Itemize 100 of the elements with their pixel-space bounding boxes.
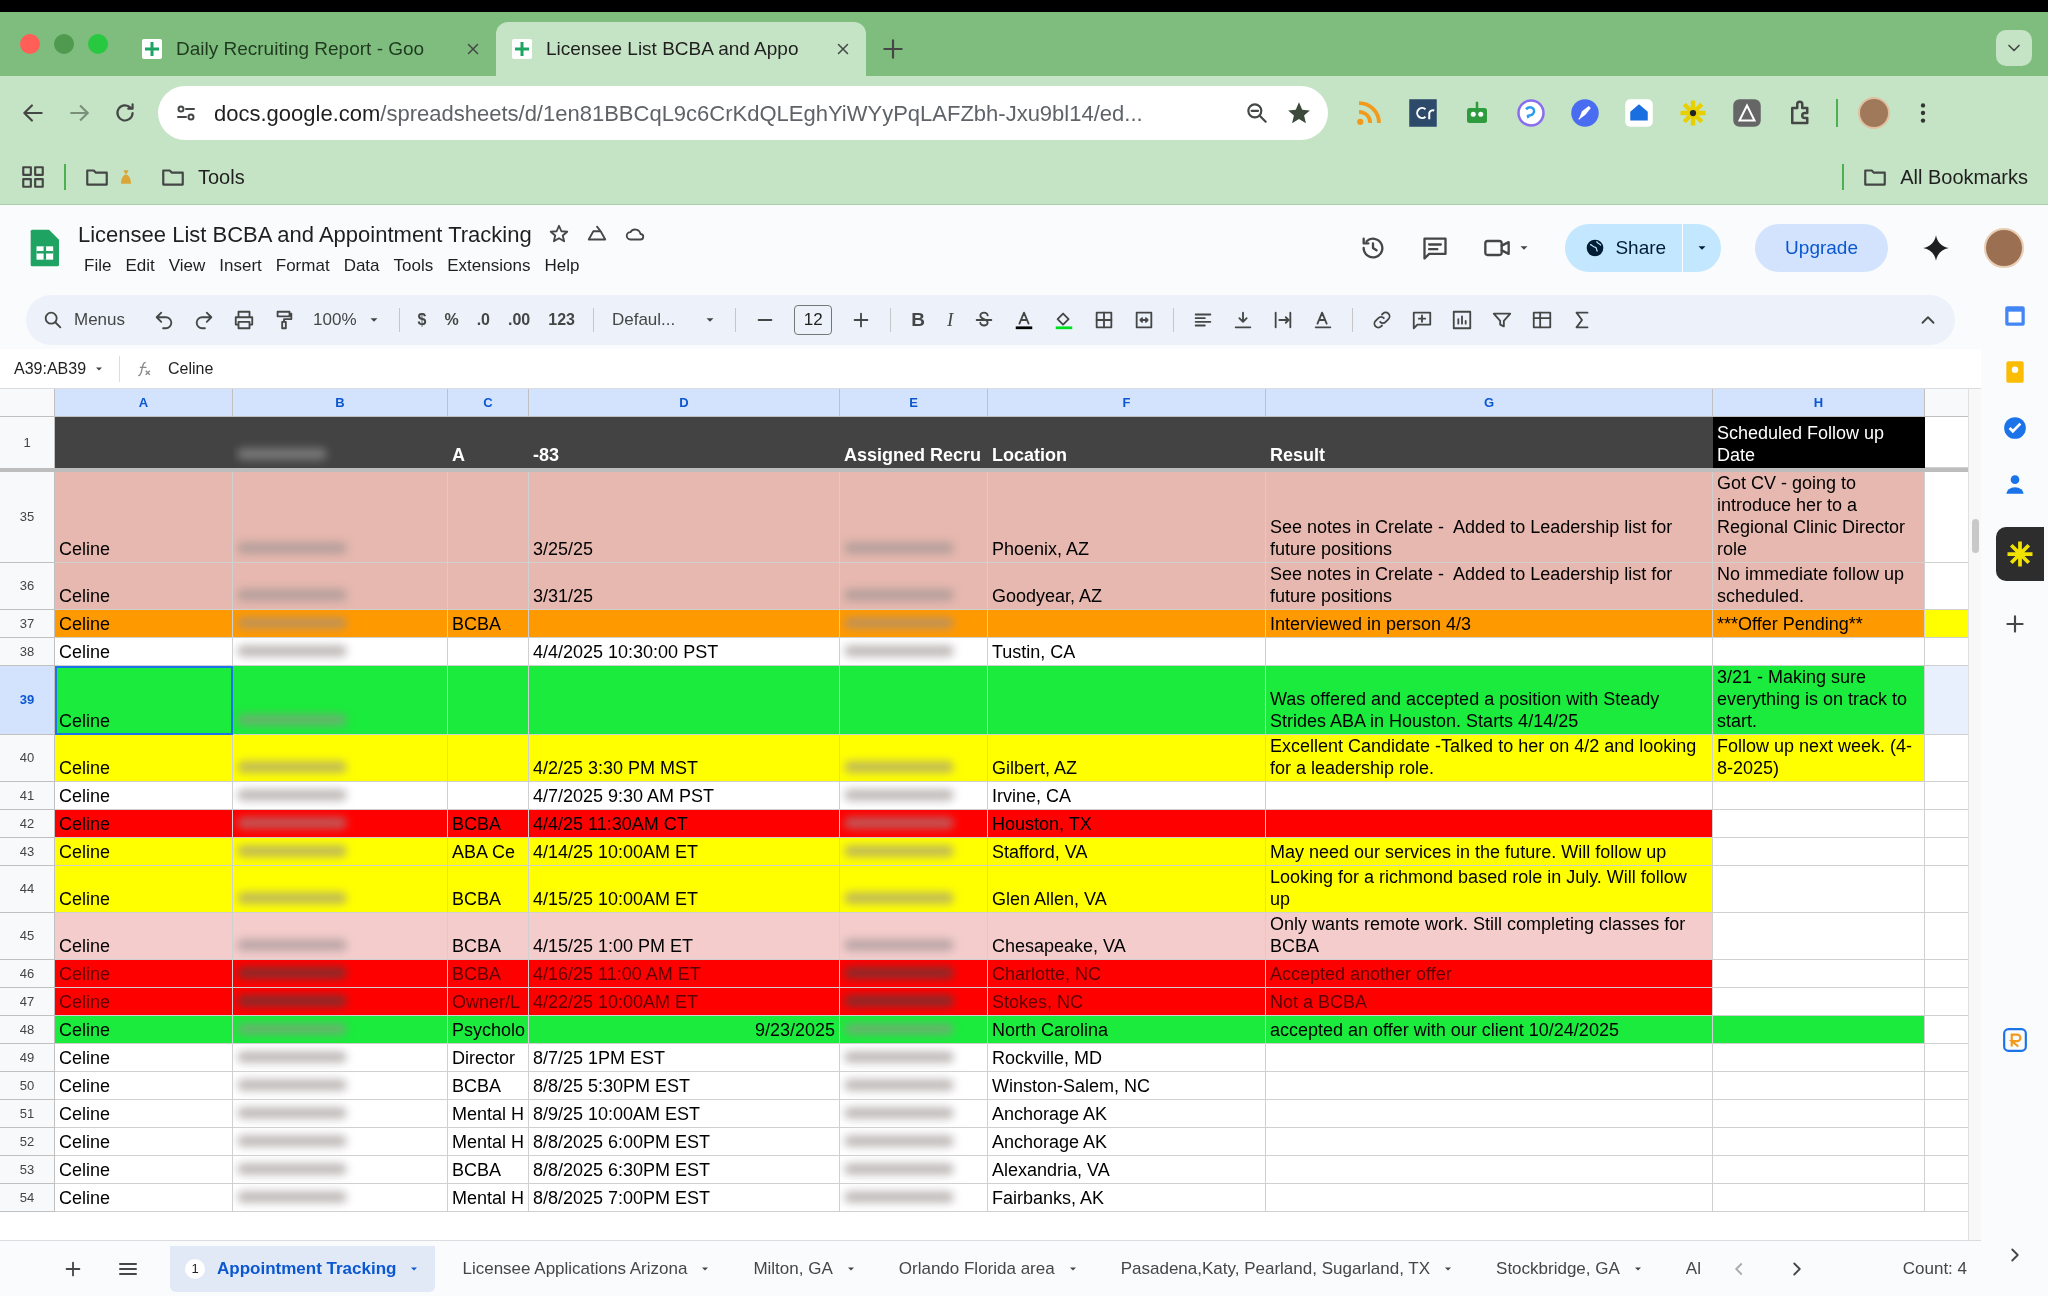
row-number[interactable]: 1	[0, 417, 55, 468]
table-cell[interactable]	[840, 610, 988, 638]
table-cell[interactable]: 8/9/25 10:00AM EST	[529, 1100, 840, 1128]
table-cell[interactable]	[840, 838, 988, 866]
table-cell[interactable]: Celine	[55, 866, 233, 913]
table-cell[interactable]	[233, 838, 448, 866]
table-cell[interactable]: Psycholo	[448, 1016, 529, 1044]
table-cell[interactable]	[1713, 1184, 1925, 1212]
column-header[interactable]: E	[840, 389, 988, 417]
menu-item[interactable]: Edit	[119, 252, 161, 279]
table-cell[interactable]	[1266, 638, 1713, 666]
menus-search-button[interactable]: Menus	[42, 307, 136, 333]
table-cell[interactable]: BCBA	[448, 960, 529, 988]
table-cell[interactable]: Celine	[55, 1072, 233, 1100]
table-cell[interactable]: Celine	[55, 610, 233, 638]
column-header[interactable]: C	[448, 389, 529, 417]
menu-item[interactable]: Insert	[213, 252, 268, 279]
name-box[interactable]: A39:AB39	[0, 355, 120, 382]
sheet-tab[interactable]: Milton, GA	[738, 1245, 872, 1292]
table-cell[interactable]	[233, 563, 448, 610]
table-cell[interactable]: BCBA	[448, 610, 529, 638]
sheet-tab[interactable]: Pasadena,Katy, Pearland, Sugarland, TX	[1105, 1245, 1470, 1292]
table-cell[interactable]: BCBA	[448, 810, 529, 838]
table-cell[interactable]: 4/22/25 10:00AM ET	[529, 988, 840, 1016]
table-cell[interactable]: Director	[448, 1044, 529, 1072]
row-number[interactable]: 47	[0, 988, 55, 1016]
table-cell[interactable]: Celine	[55, 1016, 233, 1044]
table-cell[interactable]	[840, 1016, 988, 1044]
table-cell[interactable]: Celine	[55, 810, 233, 838]
row-number[interactable]: 49	[0, 1044, 55, 1072]
table-cell[interactable]	[448, 638, 529, 666]
table-cell[interactable]: Celine	[55, 960, 233, 988]
table-cell[interactable]	[1713, 838, 1925, 866]
close-window-button[interactable]	[20, 34, 40, 54]
table-cell[interactable]	[840, 913, 988, 960]
column-header[interactable]: B	[233, 389, 448, 417]
table-cell[interactable]: Anchorage AK	[988, 1128, 1266, 1156]
table-cell[interactable]: North Carolina	[988, 1016, 1266, 1044]
row-number[interactable]: 41	[0, 782, 55, 810]
table-cell[interactable]	[1713, 988, 1925, 1016]
table-cell[interactable]: 8/8/2025 6:30PM EST	[529, 1156, 840, 1184]
table-cell[interactable]: Charlotte, NC	[988, 960, 1266, 988]
sheet-tab[interactable]: 1 Appointment Tracking	[170, 1245, 436, 1292]
format-button[interactable]: .00	[508, 308, 531, 332]
row-number[interactable]: 43	[0, 838, 55, 866]
table-cell[interactable]: Mental H	[448, 1100, 529, 1128]
table-cell[interactable]	[529, 666, 840, 735]
table-cell[interactable]	[233, 782, 448, 810]
table-cell[interactable]: Stokes, NC	[988, 988, 1266, 1016]
swirl-icon[interactable]	[1516, 98, 1546, 128]
table-cell[interactable]: Follow up next week. (4-8-2025)	[1713, 735, 1925, 782]
row-number[interactable]: 40	[0, 735, 55, 782]
table-cell[interactable]	[233, 666, 448, 735]
table-cell[interactable]	[233, 960, 448, 988]
table-cell[interactable]	[988, 610, 1266, 638]
table-cell[interactable]	[233, 1128, 448, 1156]
row-number[interactable]: 35	[0, 472, 55, 563]
table-cell[interactable]	[233, 988, 448, 1016]
table-cell[interactable]	[1713, 638, 1925, 666]
table-cell[interactable]: See notes in Crelate - Added to Leadership list for future positions	[1266, 563, 1713, 610]
font-size-field[interactable]: 12	[794, 305, 833, 335]
row-number[interactable]: 42	[0, 810, 55, 838]
table-cell[interactable]	[840, 563, 988, 610]
table-cell[interactable]: Tustin, CA	[988, 638, 1266, 666]
table-cell[interactable]	[1713, 1156, 1925, 1184]
table-cell[interactable]	[1713, 1128, 1925, 1156]
share-button[interactable]: Share	[1565, 224, 1683, 272]
zoom-icon[interactable]	[1244, 100, 1270, 126]
table-cell[interactable]: Only wants remote work. Still completing classes for BCBA	[1266, 913, 1713, 960]
table-cell[interactable]: 4/2/25 3:30 PM MST	[529, 735, 840, 782]
menu-item[interactable]: Format	[269, 252, 336, 279]
table-cell[interactable]	[840, 810, 988, 838]
table-cell[interactable]	[840, 1100, 988, 1128]
table-cell[interactable]	[1266, 1156, 1713, 1184]
table-cell[interactable]: Celine	[55, 666, 233, 735]
table-cell[interactable]: Chesapeake, VA	[988, 913, 1266, 960]
table-cell[interactable]: See notes in Crelate - Added to Leadership list for future positions	[1266, 472, 1713, 563]
table-cell[interactable]	[1713, 1072, 1925, 1100]
table-cell[interactable]: BCBA	[448, 913, 529, 960]
table-cell[interactable]: No immediate follow up scheduled.	[1713, 563, 1925, 610]
table-cell[interactable]: 3/25/25	[529, 472, 840, 563]
row-number[interactable]: 53	[0, 1156, 55, 1184]
table-cell[interactable]	[529, 610, 840, 638]
table-cell[interactable]: BCBA	[448, 1156, 529, 1184]
rss-icon[interactable]	[1354, 98, 1384, 128]
row-number[interactable]: 38	[0, 638, 55, 666]
format-button[interactable]: .0	[476, 308, 490, 332]
table-cell[interactable]: Excellent Candidate -Talked to her on 4/2 and looking for a leadership role.	[1266, 735, 1713, 782]
table-cell[interactable]: 4/4/2025 10:30:00 PST	[529, 638, 840, 666]
row-number[interactable]: 44	[0, 866, 55, 913]
table-cell[interactable]: Anchorage AK	[988, 1100, 1266, 1128]
cr-extension-icon[interactable]	[1408, 98, 1438, 128]
table-cell[interactable]: 3/31/25	[529, 563, 840, 610]
table-cell[interactable]: Got CV - going to introduce her to a Regional Clinic Director role	[1713, 472, 1925, 563]
italic-button[interactable]: I	[945, 305, 956, 335]
profile-avatar[interactable]	[1984, 228, 2024, 268]
table-cell[interactable]	[233, 735, 448, 782]
table-cell[interactable]	[448, 666, 529, 735]
table-cell[interactable]: Not a BCBA	[1266, 988, 1713, 1016]
select-all-corner[interactable]	[0, 389, 55, 417]
